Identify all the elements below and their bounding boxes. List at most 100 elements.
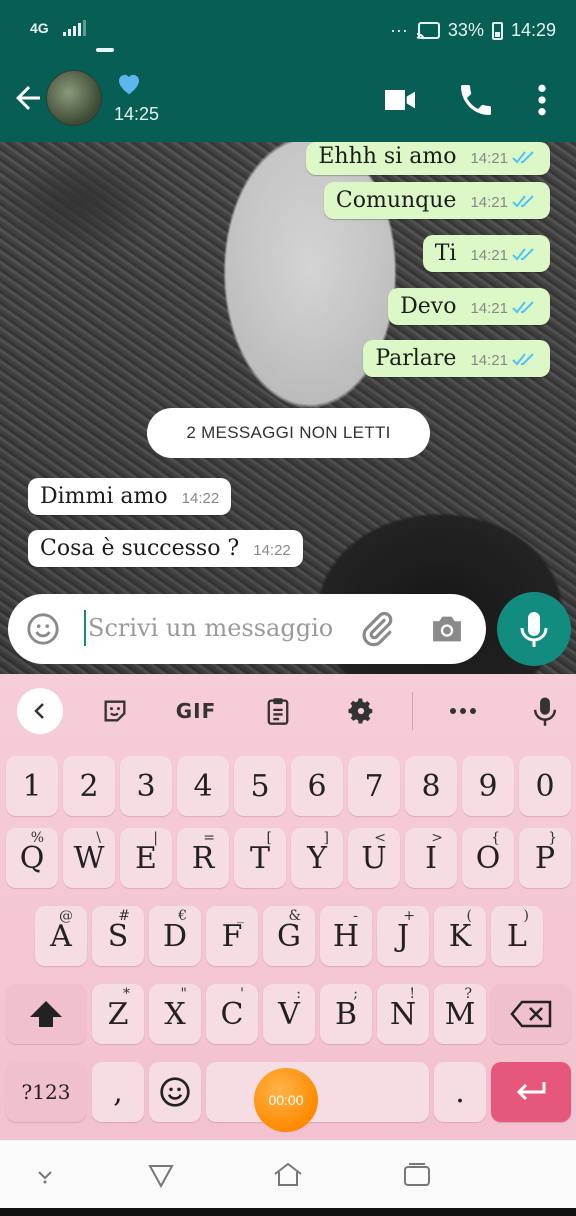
key-z[interactable]: * Z [92, 984, 144, 1044]
symbols-key[interactable]: ?123 [6, 1062, 86, 1122]
key-g[interactable]: & G [263, 906, 315, 966]
status-bar: 4G ··· 33% 14:29 [0, 0, 576, 60]
message-time: 14:21 [470, 352, 508, 369]
voice-record-button[interactable] [497, 592, 571, 666]
key-v[interactable]: :V [263, 984, 315, 1044]
key-c[interactable]: ' C [206, 984, 258, 1044]
key-l[interactable]: ) L [491, 906, 543, 966]
voice-input-button[interactable] [522, 688, 568, 734]
message-text: Comunque [335, 188, 457, 213]
key-7[interactable]: 7 [348, 756, 400, 816]
message-text: Cosa è successo ? [40, 536, 240, 561]
keyboard-collapse-button[interactable] [17, 688, 63, 734]
message-time: 14:21 [470, 150, 508, 167]
overflow-notifications: ··· [389, 20, 408, 40]
clipboard-button[interactable] [255, 688, 301, 734]
message-input-bar[interactable]: Scrivi un messaggio [8, 594, 486, 664]
camera-icon[interactable] [428, 612, 466, 646]
hide-keyboard-icon[interactable] [28, 1158, 62, 1192]
gif-button[interactable]: GIF [172, 688, 220, 734]
message-time: 14:22 [253, 542, 291, 559]
message-bubble-outgoing[interactable]: Devo 14:21 [388, 288, 550, 325]
key-q[interactable]: % Q [6, 828, 58, 888]
more-keyboard-options-button[interactable] [440, 688, 486, 734]
key-2[interactable]: 2 [63, 756, 115, 816]
period-key[interactable]: . [434, 1062, 486, 1122]
key-4[interactable]: 4 [177, 756, 229, 816]
key-u[interactable]: < U [348, 828, 400, 888]
clipboard-icon [267, 698, 289, 725]
key-a[interactable]: @ A [35, 906, 87, 966]
key-0[interactable]: 0 [519, 756, 571, 816]
double-tick-read-icon [512, 353, 534, 366]
attach-paperclip-icon[interactable] [358, 610, 396, 648]
key-s[interactable]: # S [92, 906, 144, 966]
back-triangle-icon[interactable] [144, 1158, 178, 1192]
message-bubble-incoming[interactable]: Dimmi amo 14:22 [28, 478, 232, 515]
sticker-button[interactable] [92, 688, 138, 734]
key-r[interactable]: = R [177, 828, 229, 888]
back-arrow-icon[interactable] [10, 80, 46, 116]
key-b[interactable]: ; B [320, 984, 372, 1044]
message-text: Ehhh si amo [318, 144, 457, 169]
enter-key[interactable] [491, 1062, 571, 1122]
recent-apps-icon[interactable] [400, 1158, 434, 1192]
emoji-key[interactable] [149, 1062, 201, 1122]
message-bubble-outgoing[interactable]: Parlare 14:21 [363, 340, 550, 377]
key-k[interactable]: (K [434, 906, 486, 966]
text-cursor [84, 610, 86, 646]
gif-label: GIF [175, 699, 217, 723]
key-w[interactable]: \ W [63, 828, 115, 888]
key-h[interactable]: -H [320, 906, 372, 966]
message-bubble-outgoing[interactable]: Comunque 14:21 [323, 182, 550, 219]
key-i[interactable]: > I [405, 828, 457, 888]
enter-arrow-icon [516, 1082, 546, 1101]
key-n[interactable]: ! N [377, 984, 429, 1044]
key-y[interactable]: ] Y [291, 828, 343, 888]
microphone-icon [533, 697, 557, 726]
blue-heart-icon[interactable] [114, 68, 144, 98]
key-5[interactable]: 5 [234, 756, 286, 816]
key-f[interactable]: _ F [206, 906, 258, 966]
more-options-icon[interactable] [522, 80, 562, 120]
key-p[interactable]: } P [519, 828, 571, 888]
key-1[interactable]: 1 [6, 756, 58, 816]
settings-button[interactable] [338, 688, 384, 734]
message-bubble-incoming[interactable]: Cosa è successo ? 14:22 [28, 530, 303, 567]
sticker-icon [104, 700, 126, 722]
message-time: 14:21 [470, 247, 508, 264]
message-bubble-outgoing[interactable]: Ti 14:21 [422, 235, 550, 272]
cast-icon [416, 21, 440, 39]
system-navigation-bar [0, 1140, 576, 1208]
phone-call-icon[interactable] [456, 80, 496, 120]
avatar[interactable] [46, 70, 102, 126]
keyboard-toolbar: GIF [0, 674, 576, 746]
space-key[interactable] [206, 1062, 429, 1122]
keyboard: GIF 1 2 3 4 5 6 7 8 9 0 % Q \ W | E = R [T ]… [0, 674, 576, 1140]
double-tick-read-icon [512, 248, 534, 261]
key-t[interactable]: [T [234, 828, 286, 888]
key-3[interactable]: 3 [120, 756, 172, 816]
recording-timer-bubble[interactable]: 00:00 [254, 1068, 318, 1132]
home-icon[interactable] [271, 1158, 305, 1192]
key-9[interactable]: 9 [462, 756, 514, 816]
message-bubble-outgoing[interactable]: Ehhh si amo 14:21 [306, 142, 550, 175]
notification-indicator [96, 48, 114, 52]
key-m[interactable]: ? M [434, 984, 486, 1044]
shift-key[interactable] [6, 984, 86, 1044]
key-8[interactable]: 8 [405, 756, 457, 816]
screen-edge [0, 1208, 576, 1216]
key-d[interactable]: € D [149, 906, 201, 966]
emoji-icon[interactable] [26, 612, 60, 646]
key-6[interactable]: 6 [291, 756, 343, 816]
comma-key[interactable]: , [92, 1062, 144, 1122]
video-call-icon[interactable] [380, 80, 420, 120]
key-e[interactable]: | E [120, 828, 172, 888]
double-tick-read-icon [512, 151, 534, 164]
message-input[interactable]: Scrivi un messaggio [88, 614, 333, 642]
key-o[interactable]: {O [462, 828, 514, 888]
message-text: Devo [400, 294, 457, 319]
key-x[interactable]: " X [149, 984, 201, 1044]
key-j[interactable]: + J [377, 906, 429, 966]
backspace-key[interactable] [491, 984, 571, 1044]
